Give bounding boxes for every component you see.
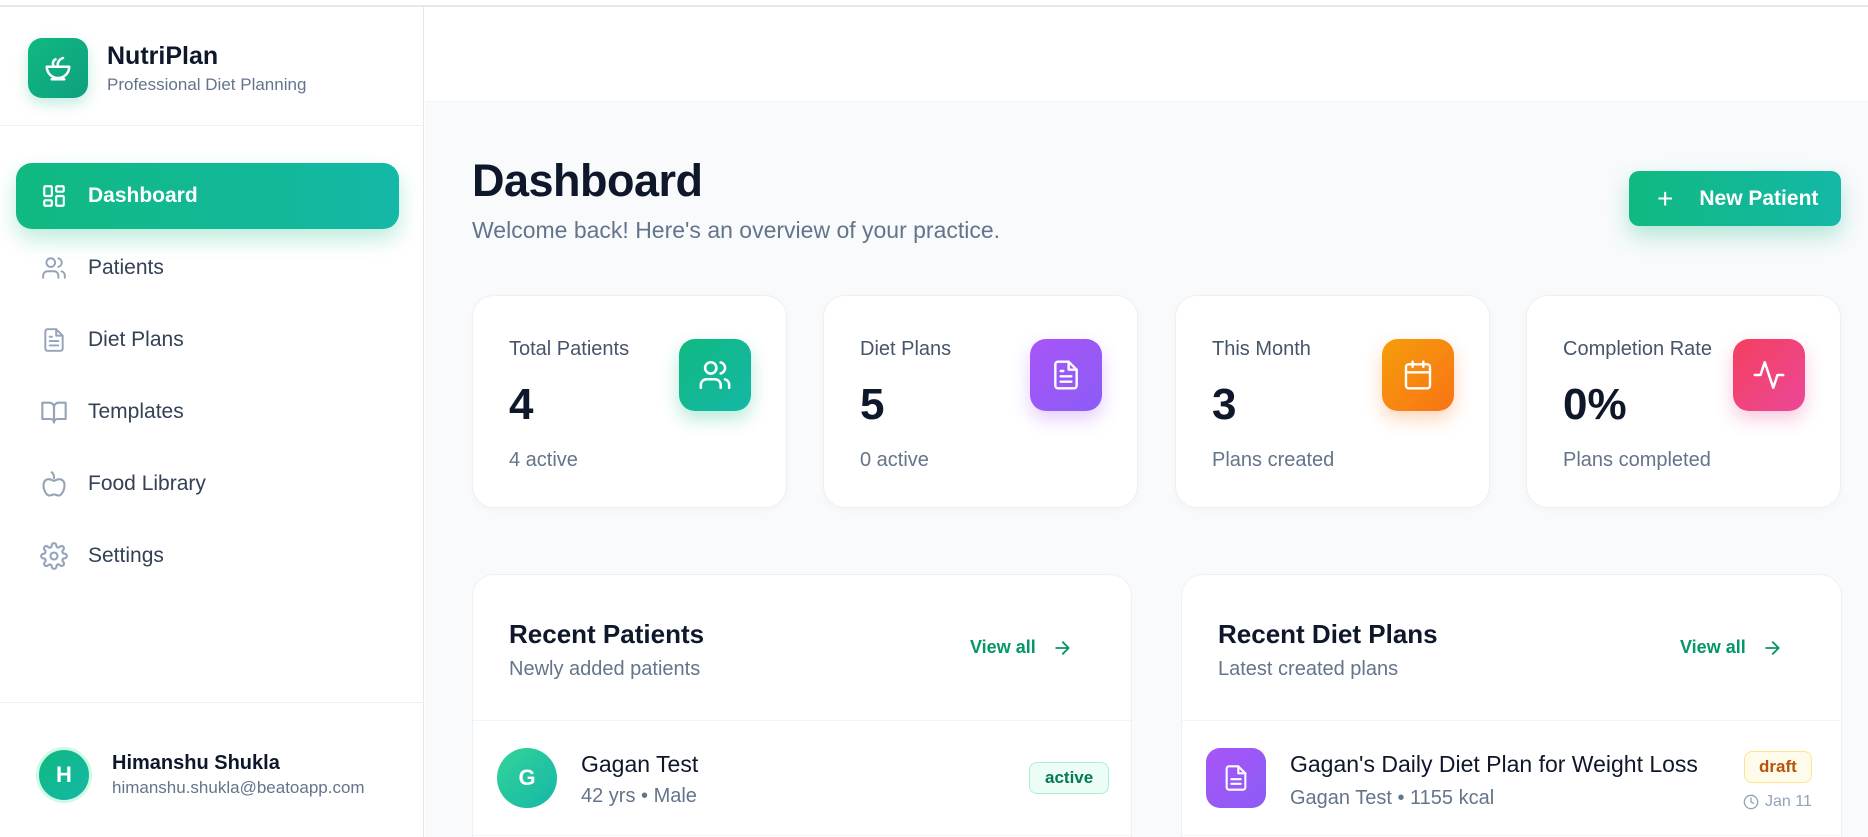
status-badge: active <box>1029 762 1110 794</box>
panel-title: Recent Patients <box>509 619 705 649</box>
salad-bowl-icon <box>28 38 88 98</box>
clock-icon <box>1743 794 1759 810</box>
view-all-patients-link[interactable]: View all <box>970 637 1072 658</box>
calendar-icon <box>1382 339 1454 411</box>
user-profile[interactable]: H Himanshu Shukla himanshu.shukla@beatoa… <box>36 747 365 803</box>
stat-sub: 4 active <box>509 449 578 471</box>
divider <box>0 125 424 126</box>
stat-sub: Plans created <box>1212 449 1335 471</box>
apple-icon <box>40 470 68 498</box>
divider <box>0 702 424 703</box>
panel-title: Recent Diet Plans <box>1218 619 1438 649</box>
sidebar-item-label: Patients <box>88 256 164 279</box>
page-title: Dashboard <box>472 155 703 206</box>
stat-card-total-patients: Total Patients 4 4 active <box>472 295 787 508</box>
stat-label: Diet Plans <box>860 338 952 360</box>
view-all-plans-link[interactable]: View all <box>1680 637 1782 658</box>
plan-meta: Gagan Test • 1155 kcal <box>1290 787 1495 809</box>
status-badge: draft <box>1744 751 1812 783</box>
stat-label: Completion Rate <box>1563 338 1712 360</box>
sidebar-item-label: Food Library <box>88 472 206 495</box>
users-icon <box>40 254 68 282</box>
top-header <box>425 7 1868 102</box>
recent-patients-panel: Recent Patients Newly added patients Vie… <box>472 574 1132 837</box>
plan-date: Jan 11 <box>1743 793 1812 811</box>
brand-subtitle: Professional Diet Planning <box>107 75 307 94</box>
divider <box>473 720 1131 721</box>
file-text-icon <box>1206 748 1266 808</box>
sidebar-item-templates[interactable]: Templates <box>16 379 399 445</box>
sidebar: NutriPlan Professional Diet Planning Das… <box>0 7 424 837</box>
sidebar-item-settings[interactable]: Settings <box>16 523 399 589</box>
user-email: himanshu.shukla@beatoapp.com <box>112 778 365 797</box>
stat-card-this-month: This Month 3 Plans created <box>1175 295 1490 508</box>
user-name: Himanshu Shukla <box>112 752 280 774</box>
arrow-right-icon <box>1052 638 1072 658</box>
panel-subtitle: Latest created plans <box>1218 658 1399 680</box>
dashboard-grid-icon <box>40 182 68 210</box>
divider <box>1182 835 1841 836</box>
file-text-icon <box>40 326 68 354</box>
divider <box>473 835 1131 836</box>
stat-value: 4 <box>509 380 534 429</box>
plan-title: Gagan's Daily Diet Plan for Weight Loss <box>1290 751 1698 777</box>
stat-value: 5 <box>860 380 885 429</box>
new-patient-button[interactable]: + New Patient <box>1629 171 1841 226</box>
sidebar-item-label: Templates <box>88 400 184 423</box>
sidebar-item-patients[interactable]: Patients <box>16 235 399 301</box>
browser-top-border <box>0 0 1868 7</box>
page-subtitle: Welcome back! Here's an overview of your… <box>472 217 1001 243</box>
sidebar-item-label: Settings <box>88 544 164 567</box>
divider <box>1182 720 1841 721</box>
avatar: H <box>36 747 92 803</box>
sidebar-item-label: Diet Plans <box>88 328 184 351</box>
patient-name: Gagan Test <box>581 751 699 777</box>
brand-name: NutriPlan <box>107 42 219 70</box>
panel-subtitle: Newly added patients <box>509 658 701 680</box>
main-content: Dashboard Welcome back! Here's an overvi… <box>425 7 1868 837</box>
users-icon <box>679 339 751 411</box>
new-patient-label: New Patient <box>1699 186 1819 210</box>
view-all-label: View all <box>1680 637 1746 657</box>
sidebar-item-diet-plans[interactable]: Diet Plans <box>16 307 399 373</box>
stat-label: This Month <box>1212 338 1311 360</box>
view-all-label: View all <box>970 637 1036 657</box>
arrow-right-icon <box>1762 638 1782 658</box>
book-open-icon <box>40 398 68 426</box>
stat-sub: 0 active <box>860 449 929 471</box>
stat-label: Total Patients <box>509 338 630 360</box>
brand[interactable]: NutriPlan Professional Diet Planning <box>28 37 306 99</box>
activity-icon <box>1733 339 1805 411</box>
stat-card-diet-plans: Diet Plans 5 0 active <box>823 295 1138 508</box>
sidebar-nav: Dashboard Patients Diet Plans Templates … <box>16 163 399 595</box>
recent-diet-plans-panel: Recent Diet Plans Latest created plans V… <box>1181 574 1842 837</box>
file-text-icon <box>1030 339 1102 411</box>
gear-icon <box>40 542 68 570</box>
stat-sub: Plans completed <box>1563 449 1711 471</box>
sidebar-item-label: Dashboard <box>88 184 198 207</box>
avatar: G <box>497 748 557 808</box>
stat-value: 0% <box>1563 380 1627 429</box>
stat-card-completion-rate: Completion Rate 0% Plans completed <box>1526 295 1841 508</box>
sidebar-item-food-library[interactable]: Food Library <box>16 451 399 517</box>
stat-value: 3 <box>1212 380 1237 429</box>
plan-date-label: Jan 11 <box>1765 793 1812 810</box>
plus-icon: + <box>1657 182 1674 214</box>
patient-meta: 42 yrs • Male <box>581 785 697 807</box>
sidebar-item-dashboard[interactable]: Dashboard <box>16 163 399 229</box>
